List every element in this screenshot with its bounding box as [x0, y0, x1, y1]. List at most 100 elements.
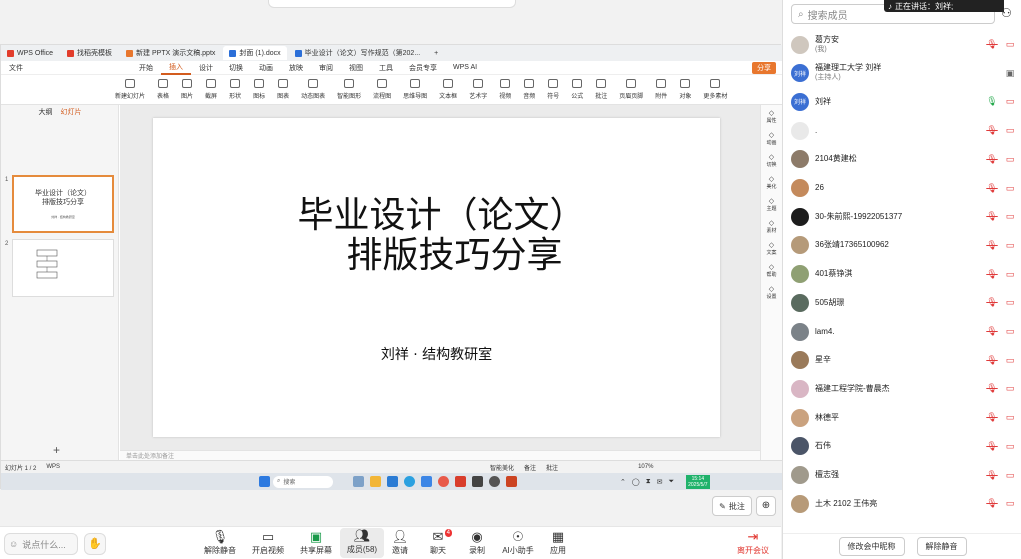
ribbon-item-2[interactable]: 图片 [175, 76, 199, 104]
slide-thumbnail-1[interactable]: 毕业设计（论文） 排版技巧分享 刘祥 · 结构教研室 [12, 175, 114, 233]
camera-off-icon[interactable]: ▭ [1004, 326, 1016, 337]
wps-tab-3[interactable]: 封面 (1).docx [223, 46, 287, 60]
camera-off-icon[interactable]: ▭ [1004, 39, 1016, 50]
camera-off-icon[interactable]: ▭ [1004, 412, 1016, 423]
windows-start-icon[interactable] [259, 476, 270, 487]
member-row[interactable]: 葛方安 (我) 🎙︎ ▭ [783, 30, 1021, 59]
right-pane-item-0[interactable]: ◇ 属性 [761, 105, 782, 127]
wps-tab-2[interactable]: 新建 PPTX 演示文稿.pptx [120, 46, 221, 60]
leave-meeting-button[interactable]: ⇥ 离开会议 [731, 529, 775, 556]
beautify-button[interactable]: 智能美化 [490, 463, 514, 472]
tab-outline[interactable]: 大纲 [39, 107, 53, 117]
mic-off-icon[interactable]: 🎙︎ [986, 269, 998, 280]
mic-off-icon[interactable]: 🎙︎ [986, 355, 998, 366]
ribbon-item-3[interactable]: 截屏 [199, 76, 223, 104]
menu-1[interactable]: 插入 [161, 61, 191, 75]
screen-share-icon[interactable]: ▣ [1004, 68, 1016, 79]
right-pane-item-7[interactable]: ◇ 帮助 [761, 259, 782, 281]
taskbar-search[interactable]: ⌕ 搜索 [273, 475, 333, 488]
mic-off-icon[interactable]: 🎙︎ [986, 498, 998, 509]
menu-10[interactable]: WPS AI [445, 61, 485, 75]
notes-area[interactable]: 单击此处添加备注 [120, 450, 760, 460]
camera-off-icon[interactable]: ▭ [1004, 211, 1016, 222]
tab-slides[interactable]: 幻灯片 [61, 107, 82, 117]
edge-icon[interactable] [387, 476, 398, 487]
mic-on-icon[interactable]: 🎙︎ [986, 96, 998, 107]
menu-5[interactable]: 放映 [281, 61, 311, 75]
ribbon-item-8[interactable]: 智能图形 [331, 76, 367, 104]
mic-off-icon[interactable]: 🎙︎ [986, 383, 998, 394]
right-pane-item-3[interactable]: ◇ 美化 [761, 171, 782, 193]
ribbon-item-0[interactable]: 新建幻灯片 [109, 76, 151, 104]
new-tab-icon[interactable]: + [434, 50, 438, 57]
ai-assistant-button[interactable]: ☉ AI小助手 [496, 529, 540, 556]
member-row[interactable]: 36张靖17365100962 🎙︎ ▭ [783, 231, 1021, 260]
mic-off-icon[interactable]: 🎙︎ [986, 211, 998, 222]
ribbon-item-15[interactable]: 符号 [541, 76, 565, 104]
camera-off-icon[interactable]: ▭ [1004, 269, 1016, 280]
ribbon-item-18[interactable]: 页眉页脚 [613, 76, 649, 104]
ribbon-item-20[interactable]: 对象 [673, 76, 697, 104]
ribbon-item-4[interactable]: 形状 [223, 76, 247, 104]
taskbar-app-icon[interactable] [353, 476, 364, 487]
mic-off-icon[interactable]: 🎙︎ [986, 154, 998, 165]
mic-off-icon[interactable]: 🎙︎ [986, 125, 998, 136]
menu-9[interactable]: 会员专享 [401, 61, 445, 75]
member-row[interactable]: 30-朱前熙-19922051377 🎙︎ ▭ [783, 202, 1021, 231]
chat-input[interactable]: ☺ 说点什么... [4, 533, 78, 555]
right-pane-item-2[interactable]: ◇ 切换 [761, 149, 782, 171]
ribbon-item-5[interactable]: 图标 [247, 76, 271, 104]
camera-off-icon[interactable]: ▭ [1004, 470, 1016, 481]
menu-3[interactable]: 切换 [221, 61, 251, 75]
rename-button[interactable]: 修改会中昵称 [838, 537, 905, 556]
browser-icon[interactable] [404, 476, 415, 487]
zoom-icon[interactable]: ⊕ [756, 496, 776, 516]
menu-8[interactable]: 工具 [371, 61, 401, 75]
unmute-all-button[interactable]: 解除静音 [916, 537, 967, 556]
member-row[interactable]: 401蔡铮淇 🎙︎ ▭ [783, 260, 1021, 289]
acrobat-icon[interactable] [506, 476, 517, 487]
raise-hand-button[interactable]: ✋ [84, 533, 106, 555]
member-row[interactable]: 505胡璟 🎙︎ ▭ [783, 288, 1021, 317]
ribbon-item-1[interactable]: 表格 [151, 76, 175, 104]
apps-button[interactable]: ▦ 应用 [536, 529, 580, 556]
member-row[interactable]: 檀志强 🎙︎ ▭ [783, 461, 1021, 490]
menu-0[interactable]: 开始 [131, 61, 161, 75]
app-icon-2[interactable] [489, 476, 500, 487]
camera-off-icon[interactable]: ▭ [1004, 297, 1016, 308]
member-row[interactable]: 福建工程学院-曹晨杰 🎙︎ ▭ [783, 374, 1021, 403]
mic-off-icon[interactable]: 🎙︎ [986, 412, 998, 423]
current-slide[interactable]: 毕业设计（论文） 排版技巧分享 刘祥 · 结构教研室 [153, 118, 720, 437]
ribbon-item-21[interactable]: 更多素材 [697, 76, 733, 104]
slide-thumbnail-2[interactable] [12, 239, 114, 297]
mic-off-icon[interactable]: 🎙︎ [986, 470, 998, 481]
right-pane-item-8[interactable]: ◇ 设置 [761, 281, 782, 303]
wps-icon[interactable] [455, 476, 466, 487]
menu-file[interactable]: 文件 [1, 61, 31, 75]
camera-off-icon[interactable]: ▭ [1004, 125, 1016, 136]
camera-off-icon[interactable]: ▭ [1004, 383, 1016, 394]
right-pane-item-6[interactable]: ◇ 文案 [761, 237, 782, 259]
member-row[interactable]: 2104黄建松 🎙︎ ▭ [783, 145, 1021, 174]
mic-off-icon[interactable]: 🎙︎ [986, 441, 998, 452]
member-row[interactable]: . 🎙︎ ▭ [783, 116, 1021, 145]
mic-off-icon[interactable]: 🎙︎ [986, 326, 998, 337]
wps-share-button[interactable]: 分享 [752, 61, 776, 74]
camera-off-icon[interactable]: ▭ [1004, 154, 1016, 165]
ribbon-item-7[interactable]: 动态图表 [295, 76, 331, 104]
mic-off-icon[interactable]: 🎙︎ [986, 39, 998, 50]
right-pane-item-5[interactable]: ◇ 素材 [761, 215, 782, 237]
chat-button[interactable]: ✉︎ 4 聊天 [416, 529, 460, 556]
ribbon-item-16[interactable]: 公式 [565, 76, 589, 104]
mic-off-icon[interactable]: 🎙︎ [986, 183, 998, 194]
camera-off-icon[interactable]: ▭ [1004, 183, 1016, 194]
menu-7[interactable]: 视图 [341, 61, 371, 75]
wps-tab-1[interactable]: 找稻壳模板 [61, 46, 118, 60]
right-pane-item-1[interactable]: ◇ 动画 [761, 127, 782, 149]
firefox-icon[interactable] [438, 476, 449, 487]
camera-off-icon[interactable]: ▭ [1004, 441, 1016, 452]
camera-off-icon[interactable]: ▭ [1004, 240, 1016, 251]
folder-icon[interactable] [370, 476, 381, 487]
member-row[interactable]: 土木 2102 王伟亮 🎙︎ ▭ [783, 489, 1021, 518]
ribbon-item-11[interactable]: 文本框 [433, 76, 463, 104]
